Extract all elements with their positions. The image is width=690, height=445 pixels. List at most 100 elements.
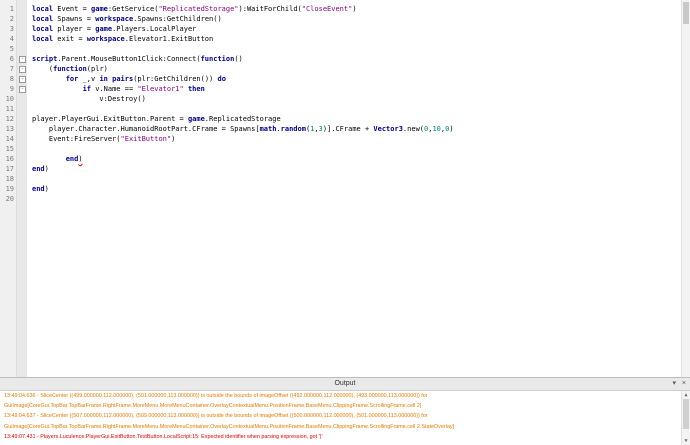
code-token: then xyxy=(187,85,205,93)
code-token: .new( xyxy=(402,125,424,133)
fold-margin[interactable]: - - - - xyxy=(16,0,27,377)
line-number: 11 xyxy=(5,105,14,113)
output-warning-message[interactable]: GuiImage[CoreGui.TopBar.TopBarFrame.Righ… xyxy=(4,424,678,431)
output-warning-message[interactable]: GuiImage[CoreGui.TopBar.TopBarFrame.Righ… xyxy=(4,403,678,410)
code-line[interactable]: if v.Name == "Elevator1" then xyxy=(32,84,205,94)
code-token: Vector3 xyxy=(373,125,403,133)
code-token: .ReplicatedStorage xyxy=(204,115,281,123)
code-token: game xyxy=(95,25,113,33)
code-token: workspace xyxy=(95,15,134,23)
code-token: Spawns = xyxy=(53,15,96,23)
editor-scroll-thumb[interactable] xyxy=(683,2,689,24)
line-number: 6 xyxy=(9,55,14,63)
line-number: 15 xyxy=(5,145,14,153)
code-line[interactable]: local player = game.Players.LocalPlayer xyxy=(32,24,196,34)
line-number: 20 xyxy=(5,195,14,203)
code-token: v:Destroy() xyxy=(32,95,146,103)
code-token: function xyxy=(53,65,87,73)
fold-toggle-icon[interactable]: - xyxy=(19,66,26,73)
output-scroll-thumb[interactable] xyxy=(683,399,689,429)
code-line[interactable]: player.Character.HumanoidRootPart.CFrame… xyxy=(32,124,454,134)
code-token: random xyxy=(280,125,306,133)
code-token: function xyxy=(200,55,235,63)
code-token: ) xyxy=(171,135,176,143)
code-token: player.PlayerGui.ExitButton.Parent = xyxy=(32,115,188,123)
code-line[interactable]: Event:FireServer("ExitButton") xyxy=(32,134,175,144)
code-line[interactable]: end) xyxy=(32,184,49,194)
code-token: end xyxy=(65,155,79,163)
code-token: :GetService( xyxy=(107,5,159,13)
line-number: 7 xyxy=(9,65,14,73)
code-token: _,v xyxy=(78,75,100,83)
code-token: workspace xyxy=(86,35,125,43)
line-number: 14 xyxy=(5,135,14,143)
code-token: ) xyxy=(44,185,49,193)
output-vertical-scrollbar[interactable]: ▲ ▼ xyxy=(681,391,690,445)
code-token: "CloseEvent" xyxy=(301,5,353,13)
code-token: end xyxy=(32,165,45,173)
code-token: .Elevator1.ExitButton xyxy=(124,35,214,43)
code-token: .Players.LocalPlayer xyxy=(112,25,197,33)
code-line[interactable]: (function(plr) xyxy=(32,64,108,74)
code-token: ) xyxy=(44,165,49,173)
code-token: game xyxy=(187,115,205,123)
code-token: pairs xyxy=(112,75,134,83)
code-token: "ReplicatedStorage" xyxy=(158,5,239,13)
output-title: Output xyxy=(334,380,356,387)
fold-toggle-icon[interactable]: - xyxy=(19,76,26,83)
scroll-up-arrow-icon[interactable]: ▲ xyxy=(683,392,689,398)
output-warning-message[interactable]: 13:49:04.637 - SliceCenter ((507.000000,… xyxy=(4,413,678,420)
line-number: 13 xyxy=(5,125,14,133)
code-token: ):WaitForChild( xyxy=(238,5,302,13)
code-token: ( xyxy=(32,65,54,73)
line-number: 4 xyxy=(9,35,14,43)
output-error-message[interactable]: 13:49:07.431 - Players.Luculence.PlayerG… xyxy=(4,434,678,441)
code-token: if xyxy=(82,85,92,93)
line-number: 12 xyxy=(5,115,14,123)
code-line[interactable]: local exit = workspace.Elevator1.ExitBut… xyxy=(32,34,213,44)
code-token: exit = xyxy=(53,35,87,43)
code-line[interactable]: local Event = game:GetService("Replicate… xyxy=(32,4,357,14)
line-number: 5 xyxy=(9,45,14,53)
editor-vertical-scrollbar[interactable] xyxy=(681,0,690,377)
code-token: Event = xyxy=(53,5,92,13)
fold-toggle-icon[interactable]: - xyxy=(19,56,26,63)
code-token: script xyxy=(32,55,58,63)
code-token: do xyxy=(217,75,226,83)
scroll-down-arrow-icon[interactable]: ▼ xyxy=(683,438,689,444)
code-token: "ExitButton" xyxy=(120,135,172,143)
line-number: 9 xyxy=(9,85,14,93)
code-token: math xyxy=(259,125,277,133)
code-token: ) xyxy=(78,155,83,163)
code-line[interactable]: local Spawns = workspace.Spawns:GetChild… xyxy=(32,14,222,24)
code-token: player = xyxy=(53,25,96,33)
output-menu-button[interactable]: ▾ xyxy=(672,380,676,387)
code-line[interactable]: script.Parent.MouseButton1Click:Connect(… xyxy=(32,54,243,64)
code-token: )].CFrame + xyxy=(322,125,374,133)
code-line[interactable]: player.PlayerGui.ExitButton.Parent = gam… xyxy=(32,114,281,124)
code-token: 10 xyxy=(432,125,441,133)
code-token: () xyxy=(234,55,243,63)
line-number: 19 xyxy=(5,185,14,193)
code-editor[interactable]: 1 2 3 4 5 6 7 8 9 10 11 12 13 14 15 16 17 18 19 20 ---- loc… xyxy=(0,0,690,377)
line-number: 16 xyxy=(5,155,14,163)
code-line[interactable]: for _,v in pairs(plr:GetChildren()) do xyxy=(32,74,226,84)
code-token: local xyxy=(32,15,54,23)
code-token: end xyxy=(32,185,45,193)
output-close-button[interactable]: × xyxy=(682,380,686,387)
code-token: in xyxy=(99,75,108,83)
code-token: local xyxy=(32,5,54,13)
code-line[interactable]: end) xyxy=(32,164,49,174)
code-token: local xyxy=(32,35,54,43)
code-line[interactable]: end) xyxy=(32,154,83,164)
line-number: 2 xyxy=(9,15,14,23)
code-token: ) xyxy=(352,5,357,13)
code-line[interactable]: v:Destroy() xyxy=(32,94,146,104)
code-token: v.Name == xyxy=(91,85,138,93)
code-token: for xyxy=(65,75,79,83)
output-warning-message[interactable]: 13:49:04.636 - SliceCenter ((499.000000,… xyxy=(4,393,678,400)
code-token: game xyxy=(91,5,108,13)
fold-toggle-icon[interactable]: - xyxy=(19,86,26,93)
